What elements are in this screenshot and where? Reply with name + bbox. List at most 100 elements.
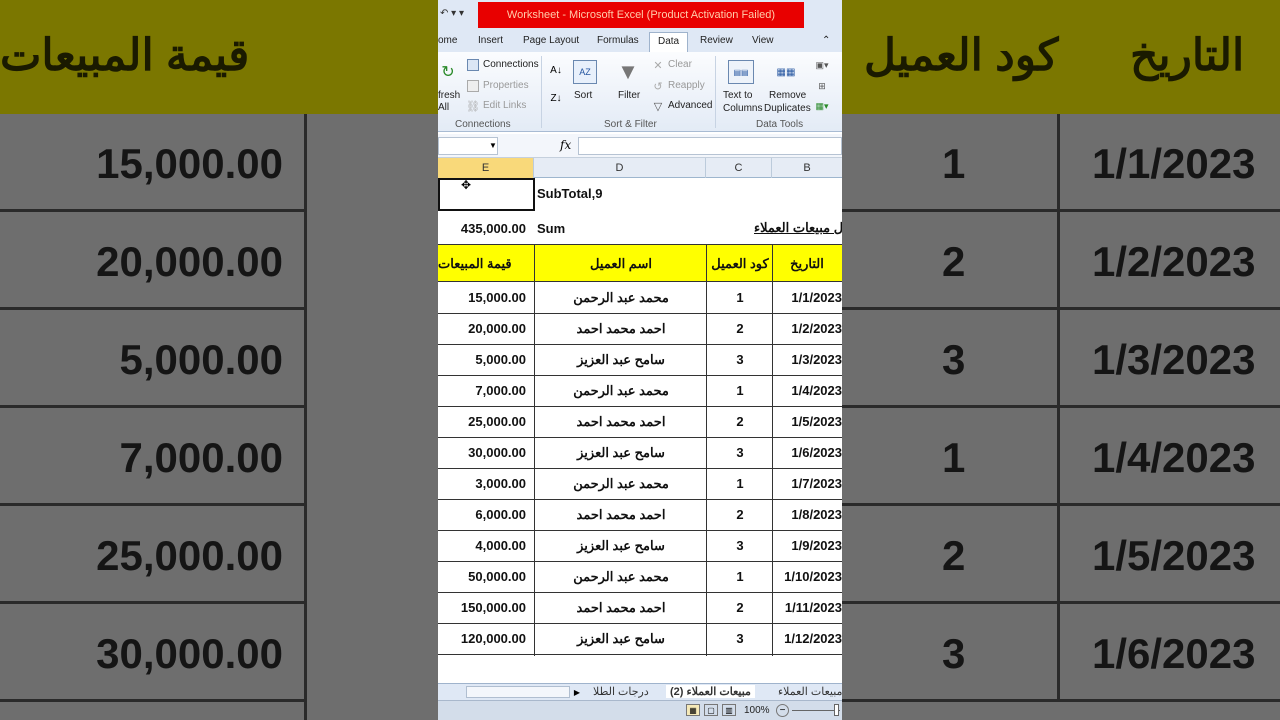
sheet-tab-sales-2[interactable]: مبيعات العملاء (2) bbox=[666, 685, 755, 698]
cell-customer-code[interactable]: 1 bbox=[708, 476, 772, 491]
cell-value[interactable]: 5,000.00 bbox=[440, 352, 526, 367]
cell-customer-name[interactable]: محمد عبد الرحمن bbox=[536, 383, 706, 399]
cell-date[interactable]: 1/2/2023 bbox=[772, 321, 842, 336]
cell-value[interactable]: 150,000.00 bbox=[440, 600, 526, 615]
refresh-icon[interactable]: ↻ bbox=[440, 58, 456, 86]
cell-date[interactable]: 1/4/2023 bbox=[772, 383, 842, 398]
sum-value[interactable]: 435,000.00 bbox=[440, 221, 526, 236]
sheet-tab-sales[interactable]: مبيعات العملاء bbox=[778, 685, 842, 698]
cell-value[interactable]: 4,000.00 bbox=[440, 538, 526, 553]
cell-date[interactable]: 1/1/2023 bbox=[772, 290, 842, 305]
cell-customer-code[interactable]: 3 bbox=[708, 352, 772, 367]
advanced-button[interactable]: Advanced bbox=[668, 100, 712, 111]
header-date[interactable]: التاريخ bbox=[772, 256, 842, 272]
tab-insert[interactable]: Insert bbox=[478, 35, 503, 46]
cell-customer-code[interactable]: 1 bbox=[708, 383, 772, 398]
column-header-b[interactable]: B bbox=[772, 158, 842, 178]
header-code[interactable]: كود العميل bbox=[708, 256, 772, 272]
tab-review[interactable]: Review bbox=[700, 35, 733, 46]
reapply-button[interactable]: Reapply bbox=[668, 80, 705, 91]
what-if-analysis-icon[interactable]: ▦▾ bbox=[815, 100, 829, 112]
worksheet-grid[interactable]: ✥ SubTotal,9 435,000.00 Sum ل مبيعات الع… bbox=[438, 178, 842, 683]
sheet-title[interactable]: ل مبيعات العملاء bbox=[754, 220, 842, 236]
cell-customer-code[interactable]: 3 bbox=[708, 445, 772, 460]
header-name[interactable]: اسم العميل bbox=[536, 256, 706, 272]
consolidate-icon[interactable]: ⊞ bbox=[815, 80, 829, 92]
cell-date[interactable]: 1/3/2023 bbox=[772, 352, 842, 367]
remove-duplicates-icon[interactable]: ▦▦ bbox=[773, 60, 799, 84]
cell-customer-name[interactable]: محمد عبد الرحمن bbox=[536, 476, 706, 492]
cell-customer-name[interactable]: سامح عبد العزيز bbox=[536, 352, 706, 368]
cell-customer-code[interactable]: 2 bbox=[708, 414, 772, 429]
column-header-e[interactable]: E bbox=[438, 158, 534, 178]
cell-value[interactable]: 25,000.00 bbox=[440, 414, 526, 429]
cell-date[interactable]: 1/8/2023 bbox=[772, 507, 842, 522]
cell-value[interactable]: 7,000.00 bbox=[440, 383, 526, 398]
column-header-c[interactable]: C bbox=[706, 158, 772, 178]
sort-button[interactable]: Sort bbox=[574, 90, 592, 101]
sum-label[interactable]: Sum bbox=[537, 221, 565, 236]
zoom-level[interactable]: 100% bbox=[744, 705, 770, 716]
tab-page-layout[interactable]: Page Layout bbox=[523, 35, 579, 46]
cell-value[interactable]: 50,000.00 bbox=[440, 569, 526, 584]
cell-date[interactable]: 1/7/2023 bbox=[772, 476, 842, 491]
sort-descending-icon[interactable]: Z↓ bbox=[548, 90, 564, 106]
fx-icon[interactable]: fx bbox=[560, 138, 571, 152]
ribbon-minimize-icon[interactable]: ⌃ bbox=[822, 35, 830, 46]
filter-button[interactable]: Filter bbox=[618, 90, 640, 101]
sort-icon[interactable]: AZ bbox=[573, 60, 597, 84]
zoom-slider-thumb[interactable] bbox=[834, 704, 839, 716]
sort-ascending-icon[interactable]: A↓ bbox=[548, 62, 564, 78]
normal-view-icon[interactable]: ▦ bbox=[686, 704, 700, 716]
quick-access-toolbar[interactable]: ↶ ▾ ▾ bbox=[440, 8, 464, 19]
cell-date[interactable]: 1/6/2023 bbox=[772, 445, 842, 460]
refresh-all-label[interactable]: All bbox=[438, 102, 449, 113]
cell-customer-code[interactable]: 2 bbox=[708, 600, 772, 615]
cell-customer-code[interactable]: 3 bbox=[708, 631, 772, 646]
cell-customer-code[interactable]: 3 bbox=[708, 538, 772, 553]
page-layout-view-icon[interactable]: ▢ bbox=[704, 704, 718, 716]
subtotal-label[interactable]: SubTotal,9 bbox=[537, 186, 602, 201]
cell-customer-name[interactable]: احمد محمد احمد bbox=[536, 600, 706, 616]
cell-customer-name[interactable]: احمد محمد احمد bbox=[536, 414, 706, 430]
column-header-d[interactable]: D bbox=[534, 158, 706, 178]
header-value[interactable]: قيمة المبيعات bbox=[438, 256, 524, 272]
refresh-all-button[interactable]: fresh bbox=[438, 90, 460, 101]
text-to-columns-label-2[interactable]: Columns bbox=[723, 103, 762, 114]
cell-customer-code[interactable]: 2 bbox=[708, 507, 772, 522]
tab-data[interactable]: Data bbox=[649, 32, 689, 53]
name-box-dropdown-icon[interactable]: ▼ bbox=[488, 139, 498, 151]
cell-date[interactable]: 1/9/2023 bbox=[772, 538, 842, 553]
cell-value[interactable]: 120,000.00 bbox=[440, 631, 526, 646]
cell-value[interactable]: 6,000.00 bbox=[440, 507, 526, 522]
cell-date[interactable]: 1/11/2023 bbox=[772, 600, 842, 615]
cell-customer-code[interactable]: 2 bbox=[708, 321, 772, 336]
cell-customer-name[interactable]: احمد محمد احمد bbox=[536, 321, 706, 337]
cell-customer-name[interactable]: محمد عبد الرحمن bbox=[536, 569, 706, 585]
tab-view[interactable]: View bbox=[752, 35, 774, 46]
text-to-columns-icon[interactable]: ▤▤ bbox=[728, 60, 754, 84]
cell-value[interactable]: 3,000.00 bbox=[440, 476, 526, 491]
connections-button[interactable]: Connections bbox=[483, 59, 539, 70]
cell-customer-name[interactable]: سامح عبد العزيز bbox=[536, 445, 706, 461]
text-to-columns-label[interactable]: Text to bbox=[723, 90, 752, 101]
scroll-right-icon[interactable]: ▶ bbox=[572, 686, 582, 698]
tab-formulas[interactable]: Formulas bbox=[597, 35, 639, 46]
tab-home[interactable]: ome bbox=[438, 35, 457, 46]
data-validation-icon[interactable]: ▣▾ bbox=[815, 59, 829, 71]
filter-icon[interactable]: ▼ bbox=[616, 58, 640, 86]
cell-value[interactable]: 20,000.00 bbox=[440, 321, 526, 336]
cell-customer-name[interactable]: سامح عبد العزيز bbox=[536, 538, 706, 554]
edit-links-button[interactable]: Edit Links bbox=[483, 100, 526, 111]
clear-button[interactable]: Clear bbox=[668, 59, 692, 70]
cell-customer-name[interactable]: سامح عبد العزيز bbox=[536, 631, 706, 647]
cell-date[interactable]: 1/10/2023 bbox=[772, 569, 842, 584]
remove-duplicates-label-2[interactable]: Duplicates bbox=[764, 103, 811, 114]
cell-value[interactable]: 30,000.00 bbox=[440, 445, 526, 460]
sheet-tab-grades[interactable]: درجات الطلا bbox=[593, 685, 649, 698]
cell-customer-name[interactable]: احمد محمد احمد bbox=[536, 507, 706, 523]
zoom-slider[interactable] bbox=[792, 710, 840, 711]
cell-value[interactable]: 15,000.00 bbox=[440, 290, 526, 305]
formula-input[interactable] bbox=[578, 137, 842, 155]
cell-date[interactable]: 1/5/2023 bbox=[772, 414, 842, 429]
